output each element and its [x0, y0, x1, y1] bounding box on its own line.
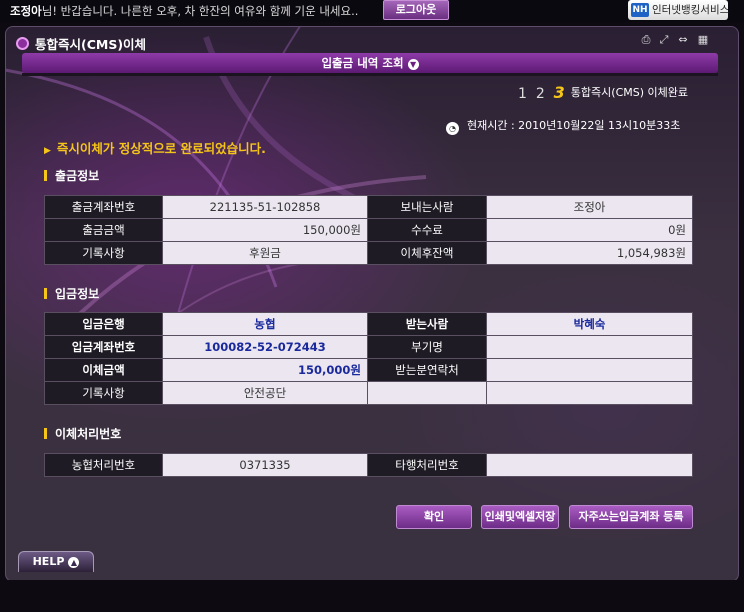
nh-logo-icon: NH [631, 3, 649, 17]
logout-button[interactable]: 로그아웃 [383, 0, 449, 20]
deposit-title-text: 입금정보 [55, 287, 100, 301]
greeting-message: 님! 반갑습니다. 나른한 오후, 차 한잔의 여유와 함께 기운 내세요.. [41, 4, 359, 18]
processing-title-text: 이체처리번호 [55, 427, 122, 441]
sender-value: 조정아 [486, 195, 693, 219]
fee-value: 0원 [486, 218, 693, 242]
withdrawal-memo-value: 후원금 [162, 241, 368, 265]
step-1: 1 [518, 86, 527, 102]
chevron-down-icon: ▼ [407, 59, 419, 70]
section-marker-icon [44, 428, 47, 439]
background-swirl-decoration [6, 27, 427, 388]
empty-cell [367, 381, 487, 405]
arrow-right-icon: ▶ [44, 146, 51, 156]
section-marker-icon [44, 288, 47, 299]
processing-table: 농협처리번호 0371335 타행처리번호 [44, 453, 693, 477]
table-row: 출금계좌번호 221135-51-102858 보내는사람 조정아 [44, 195, 693, 219]
panel-title: 통합즉시(CMS)이체 [16, 34, 146, 53]
empty-cell [486, 381, 693, 405]
balance-after-value: 1,054,983원 [486, 241, 693, 265]
table-row: 기록사항 후원금 이체후잔액 1,054,983원 [44, 241, 693, 265]
table-label: 기록사항 [44, 381, 163, 405]
resize-icon[interactable]: ⇔ [676, 33, 690, 47]
table-label: 부기명 [367, 335, 487, 359]
recipient-contact-value [486, 358, 693, 382]
table-label: 출금금액 [44, 218, 163, 242]
table-label: 받는분연락처 [367, 358, 487, 382]
chevron-up-icon: ▲ [68, 557, 80, 568]
expand-icon[interactable]: ⤢ [657, 33, 671, 47]
table-label: 이체후잔액 [367, 241, 487, 265]
table-label: 받는사람 [367, 312, 487, 336]
clock-icon: ◔ [446, 122, 459, 135]
table-label: 농협처리번호 [44, 453, 163, 477]
processing-section-title: 이체처리번호 [44, 425, 121, 442]
table-label: 타행처리번호 [367, 453, 487, 477]
table-row: 입금계좌번호 100082-52-072443 부기명 [44, 335, 693, 359]
withdrawal-title-text: 출금정보 [55, 169, 100, 183]
step-3-current: 3 [553, 83, 565, 102]
recipient-value: 박혜숙 [486, 312, 693, 336]
other-bank-processing-number-value [486, 453, 693, 477]
step-label: 통합즉시(CMS) 이체완료 [570, 86, 688, 99]
withdrawal-account-value: 221135-51-102858 [162, 195, 368, 219]
completion-text: 즉시이체가 정상적으로 완료되었습니다. [56, 141, 266, 156]
table-label: 기록사항 [44, 241, 163, 265]
cms-transfer-panel: 통합즉시(CMS)이체 ⎙ ⤢ ⇔ ▦ 입출금 내역 조회 ▼ 1 2 3 통합즉시… [5, 26, 739, 582]
table-label: 수수료 [367, 218, 487, 242]
print-icon[interactable]: ⎙ [639, 33, 653, 47]
current-time: 현재시간 : 2010년10월22일 13시10분33초 [467, 119, 681, 132]
step-2: 2 [535, 86, 545, 102]
step-indicator: 1 2 3 통합즉시(CMS) 이체완료 [518, 83, 688, 102]
greeting-text: 조정아님! 반갑습니다. 나른한 오후, 차 한잔의 여유와 함께 기운 내세요… [10, 3, 358, 19]
user-name: 조정아 [10, 4, 42, 18]
table-label: 입금은행 [44, 312, 163, 336]
nh-internet-banking-link[interactable]: NH 인터넷뱅킹서비스 [628, 0, 730, 20]
subnav-label: 입출금 내역 조회 [321, 56, 404, 70]
withdrawal-section-title: 출금정보 [44, 167, 99, 184]
withdrawal-amount-value: 150,000원 [162, 218, 368, 242]
table-label: 보내는사람 [367, 195, 487, 219]
nh-processing-number-value: 0371335 [162, 453, 368, 477]
deposit-bank-value: 농협 [162, 312, 368, 336]
bottom-strip [5, 580, 737, 612]
deposit-account-value: 100082-52-072443 [162, 335, 368, 359]
deposit-section-title: 입금정보 [44, 285, 99, 302]
table-label: 이체금액 [44, 358, 163, 382]
help-label: HELP [32, 555, 65, 568]
top-bar: 조정아님! 반갑습니다. 나른한 오후, 차 한잔의 여유와 함께 기운 내세요… [0, 0, 744, 22]
memo-name-value [486, 335, 693, 359]
table-label: 입금계좌번호 [44, 335, 163, 359]
completion-message: ▶ 즉시이체가 정상적으로 완료되었습니다. [44, 138, 266, 157]
deposit-withdrawal-history-dropdown[interactable]: 입출금 내역 조회 ▼ [22, 53, 718, 73]
help-button[interactable]: HELP ▲ [18, 551, 94, 572]
register-frequent-account-button[interactable]: 자주쓰는입금계좌 등록 [569, 505, 693, 529]
table-row: 출금금액 150,000원 수수료 0원 [44, 218, 693, 242]
confirm-button[interactable]: 확인 [396, 505, 472, 529]
section-marker-icon [44, 170, 47, 181]
deposit-memo-value: 안전공단 [162, 381, 368, 405]
print-excel-button[interactable]: 인쇄및엑셀저장 [481, 505, 559, 529]
deposit-table: 입금은행 농협 받는사람 박혜숙 입금계좌번호 100082-52-072443… [44, 312, 693, 405]
transfer-amount-value: 150,000원 [162, 358, 368, 382]
current-time-row: ◔ 현재시간 : 2010년10월22일 13시10분33초 [446, 117, 680, 135]
nh-service-label: 인터넷뱅킹서비스 [652, 4, 730, 16]
table-row: 입금은행 농협 받는사람 박혜숙 [44, 312, 693, 336]
table-label: 출금계좌번호 [44, 195, 163, 219]
subnav-divider [22, 73, 718, 76]
withdrawal-table: 출금계좌번호 221135-51-102858 보내는사람 조정아 출금금액 1… [44, 195, 693, 265]
table-row: 기록사항 안전공단 [44, 381, 693, 405]
table-row: 이체금액 150,000원 받는분연락처 [44, 358, 693, 382]
table-row: 농협처리번호 0371335 타행처리번호 [44, 453, 693, 477]
grid-icon[interactable]: ▦ [696, 33, 710, 47]
panel-title-text: 통합즉시(CMS)이체 [35, 37, 147, 52]
title-bullet-icon [16, 37, 29, 50]
